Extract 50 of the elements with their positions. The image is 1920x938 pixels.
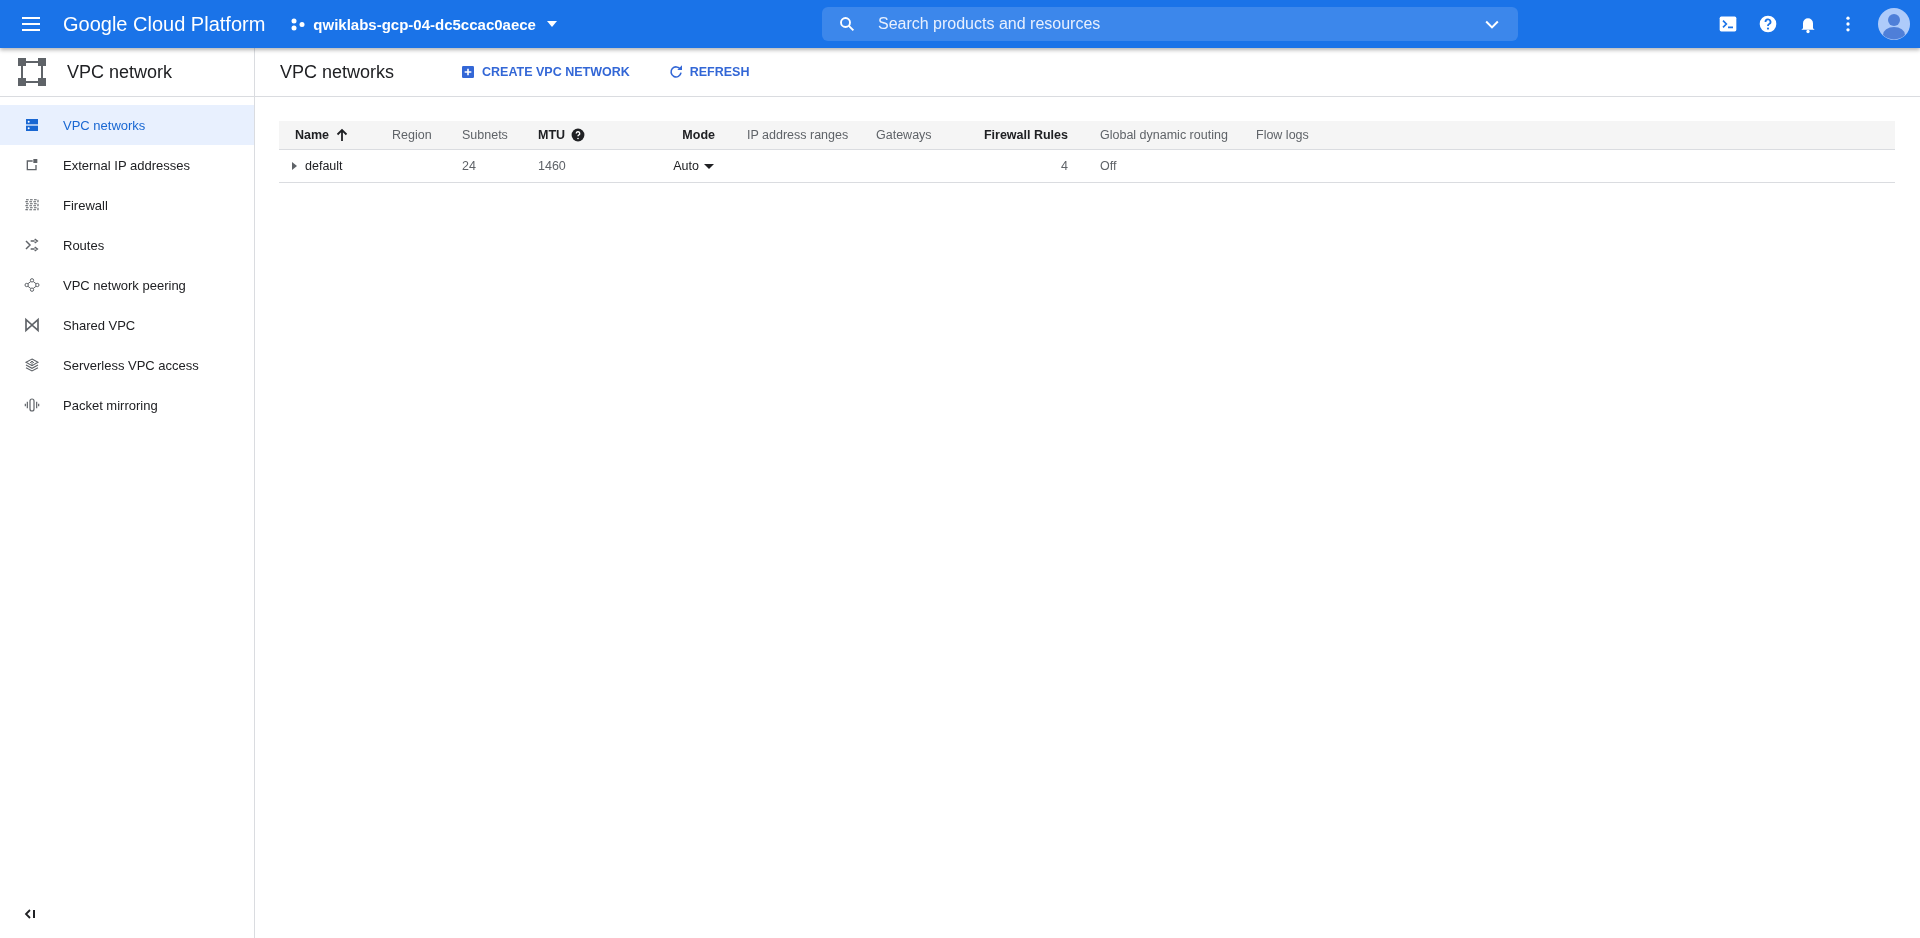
add-icon — [460, 64, 477, 80]
column-header: Region — [391, 128, 433, 142]
network-name[interactable]: default — [305, 159, 343, 173]
connected-nodes-icon — [24, 277, 40, 293]
shuffle-icon — [24, 237, 40, 253]
sidebar-item[interactable]: Packet mirroring — [0, 385, 254, 425]
bowtie-icon — [24, 317, 40, 333]
column-header: Firewall Rules — [982, 128, 1069, 142]
network-grid-icon — [17, 57, 47, 87]
refresh-icon — [667, 64, 684, 80]
brick-wall-icon — [24, 197, 40, 213]
product-title: VPC network — [67, 61, 173, 83]
sidebar-item[interactable]: Firewall — [0, 185, 254, 225]
search-field[interactable]: Search products and resources — [875, 14, 1482, 34]
arrow-up-icon[interactable] — [335, 128, 350, 142]
layers-icon — [24, 357, 40, 373]
column-header: Global dynamic routing — [1099, 128, 1229, 142]
table-cell: 24 — [462, 159, 476, 173]
sidebar-item[interactable]: Routes — [0, 225, 254, 265]
help-icon[interactable] — [571, 128, 586, 142]
table-cell: 4 — [1061, 159, 1068, 173]
action-button[interactable]: CREATE VPC NETWORK — [456, 60, 634, 84]
column-header: MTU — [530, 128, 639, 142]
waveform-icon — [24, 397, 40, 413]
avatar-icon[interactable] — [1878, 8, 1910, 40]
column-header: IP address ranges — [746, 128, 850, 142]
table-cell: 1460 — [538, 159, 566, 173]
sidebar-item[interactable]: Shared VPC — [0, 305, 254, 345]
column-header: Subnets — [461, 128, 509, 142]
search-icon — [837, 15, 856, 33]
mode-dropdown[interactable]: Auto — [673, 159, 715, 173]
sidebar-item[interactable]: External IP addresses — [0, 145, 254, 185]
sidebar-item[interactable]: Serverless VPC access — [0, 345, 254, 385]
column-header: Gateways — [875, 128, 933, 142]
product-name[interactable]: Google Cloud Platform — [63, 12, 266, 36]
column-header: Mode — [681, 128, 716, 142]
action-button[interactable]: REFRESH — [663, 60, 754, 84]
sidebar-item[interactable]: VPC networks — [0, 105, 254, 145]
search-bar[interactable]: Search products and resources — [821, 7, 1518, 41]
project-selector[interactable]: qwiklabs-gcp-04-dc5ccac0aece — [287, 15, 564, 33]
dots-icon — [291, 17, 306, 31]
sidebar-item[interactable]: VPC network peering — [0, 265, 254, 305]
column-header: Flow logs — [1255, 128, 1310, 142]
column-header[interactable]: Name — [279, 128, 384, 142]
terminal-icon[interactable] — [1718, 14, 1738, 34]
page-title: VPC networks — [280, 61, 395, 83]
collapse-icon[interactable] — [24, 908, 36, 920]
table-cell: Off — [1100, 159, 1117, 173]
server-rows-icon — [24, 117, 40, 133]
expand-arrow-icon[interactable] — [289, 161, 299, 171]
